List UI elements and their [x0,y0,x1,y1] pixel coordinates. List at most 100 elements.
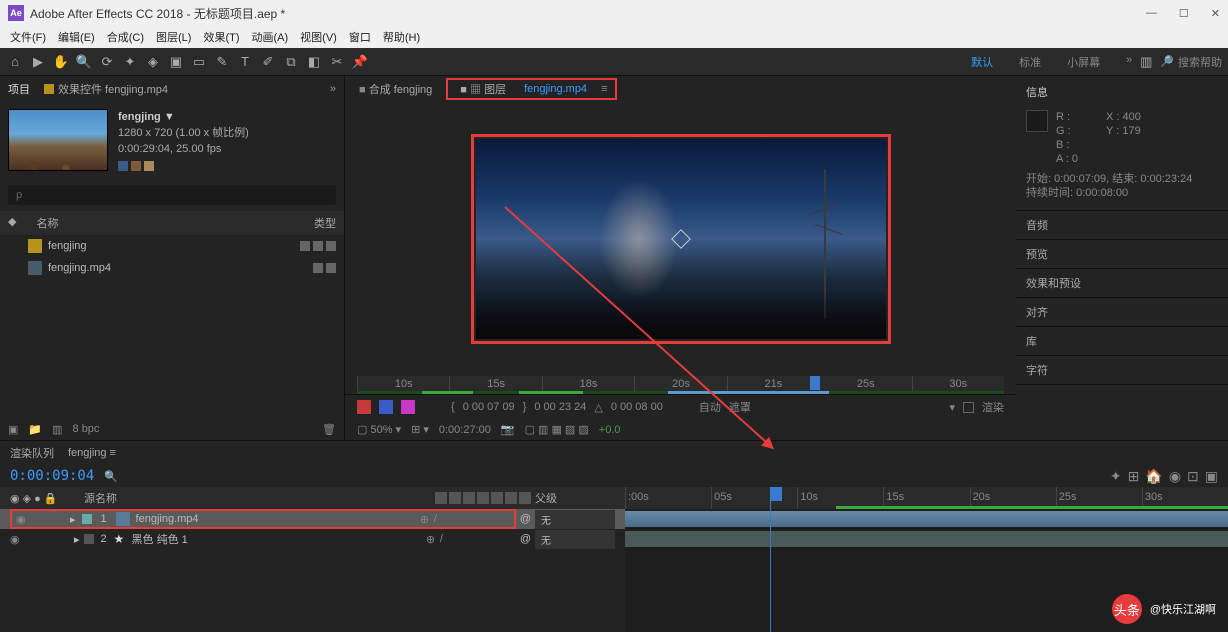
layer-name[interactable]: fengjing.mp4 [136,513,414,525]
menu-window[interactable]: 窗口 [345,28,375,46]
composition-viewer[interactable] [476,139,886,339]
alpha-dropdown[interactable]: 自动 [699,399,721,415]
out-bracket-icon[interactable]: } [523,401,527,413]
menu-anim[interactable]: 动画(A) [248,28,293,46]
clone-tool-icon[interactable]: ⧉ [282,53,300,71]
parent-pickwhip-icon[interactable]: @ [520,533,531,545]
parent-dropdown[interactable]: 无 [535,510,615,529]
tl-graph-icon[interactable]: ⊡ [1187,468,1199,485]
layer-bar-1[interactable] [625,511,1228,527]
workspace-more-icon[interactable]: » [1126,54,1132,70]
selection-tool-icon[interactable]: ▶ [29,53,47,71]
layer-name[interactable]: 黑色 纯色 1 [132,531,422,547]
parent-dropdown[interactable]: 无 [535,530,615,549]
tl-snap-icon[interactable]: ▣ [1205,468,1218,485]
channel-icons[interactable]: ▢ ▥ ▦ ▧ ▨ [525,423,589,436]
panel-menu-icon[interactable]: ≡ [601,83,607,95]
menu-effect[interactable]: 效果(T) [199,28,243,46]
layer-row-1[interactable]: ◉ ▸ 1 fengjing.mp4 ⊕/ @ 无 [0,509,625,529]
visibility-icon[interactable]: ◉ [16,513,28,526]
panel-effects[interactable]: 效果和预设 [1016,269,1228,298]
col-source-name[interactable]: 源名称 [64,490,431,506]
expand-icon[interactable]: ▸ [70,513,76,526]
workspace-menu-icon[interactable]: ▥ [1137,53,1155,71]
in-bracket-icon[interactable]: { [451,401,455,413]
menu-layer[interactable]: 图层(L) [152,28,195,46]
puppet-tool-icon[interactable]: 📌 [351,53,369,71]
tab-project[interactable]: 项目 [8,81,30,97]
add-icon[interactable]: +0.0 [599,424,621,436]
zoom-dropdown[interactable]: ▢ 50% ▾ [357,423,401,436]
menu-view[interactable]: 视图(V) [296,28,341,46]
panel-preview[interactable]: 预览 [1016,240,1228,269]
tab-composition[interactable]: ■ 合成 fengjing [355,79,436,99]
tab-effect-controls[interactable]: 效果控件 fengjing.mp4 [44,81,168,97]
asset-name[interactable]: fengjing ▼ [118,109,249,125]
res-dropdown[interactable]: ⊞ ▾ [411,423,429,436]
text-tool-icon[interactable]: T [236,53,254,71]
tab-timeline-comp[interactable]: fengjing ≡ [68,447,116,459]
label-column-icon[interactable]: ◆ [8,215,16,231]
layer-row-2[interactable]: ◉ ▸ 2 ★ 黑色 纯色 1 ⊕/ @ 无 [0,529,625,549]
project-item-footage[interactable]: fengjing.mp4 [0,257,344,279]
tab-render-queue[interactable]: 渲染队列 [10,445,54,461]
zoom-tool-icon[interactable]: 🔍 [75,53,93,71]
orbit-tool-icon[interactable]: ⟳ [98,53,116,71]
new-folder-icon[interactable]: 📁 [28,423,42,436]
new-comp-icon[interactable]: ▥ [52,423,62,436]
column-type[interactable]: 类型 [314,215,336,231]
minimize-button[interactable]: — [1146,7,1157,20]
project-item-comp[interactable]: fengjing [0,235,344,257]
red-swatch[interactable] [357,400,371,414]
rotate-tool-icon[interactable]: ✦ [121,53,139,71]
eraser-tool-icon[interactable]: ◧ [305,53,323,71]
work-area-bar[interactable] [836,506,1228,509]
snapshot-icon[interactable]: 📷 [501,423,515,436]
col-parent[interactable]: 父级 [535,490,615,506]
in-time[interactable]: 0 00 07 09 [463,401,515,413]
tl-blur-icon[interactable]: ◉ [1169,468,1181,485]
dur-bracket-icon[interactable]: △ [594,401,602,414]
menu-edit[interactable]: 编辑(E) [54,28,99,46]
parent-pickwhip-icon[interactable]: @ [520,513,531,525]
current-time[interactable]: 0:00:27:00 [439,424,491,436]
panel-info-title[interactable]: 信息 [1016,80,1228,104]
help-search[interactable]: 🔎 搜索帮助 [1160,54,1222,70]
menu-help[interactable]: 帮助(H) [379,28,424,46]
out-time[interactable]: 0 00 23 24 [534,401,586,413]
panel-align[interactable]: 对齐 [1016,298,1228,327]
mini-time-ruler[interactable]: 10s 15s 18s 20s 21s 25s 30s [357,376,1004,394]
tl-comp-icon[interactable]: ⊞ [1128,468,1140,485]
roto-tool-icon[interactable]: ✂ [328,53,346,71]
tab-footage[interactable]: fengjing.mp4 [520,81,591,97]
panel-audio[interactable]: 音频 [1016,211,1228,240]
hand-tool-icon[interactable]: ✋ [52,53,70,71]
tl-shy-icon[interactable]: 🏠 [1145,468,1162,485]
layer-bar-2[interactable] [625,531,1228,547]
timeline-search-icon[interactable]: 🔍 [104,467,122,485]
expand-icon[interactable]: ▸ [74,533,80,546]
close-button[interactable]: ✕ [1211,7,1220,20]
duration-time[interactable]: 0 00 08 00 [611,401,663,413]
workspace-default[interactable]: 默认 [971,54,993,70]
menu-comp[interactable]: 合成(C) [103,28,148,46]
project-search[interactable]: ρ [8,185,336,205]
pen-tool-icon[interactable]: ✎ [213,53,231,71]
camera-tool-icon[interactable]: ◈ [144,53,162,71]
shape-tool-icon[interactable]: ▭ [190,53,208,71]
brush-tool-icon[interactable]: ✐ [259,53,277,71]
panel-libraries[interactable]: 库 [1016,327,1228,356]
pan-behind-icon[interactable]: ▣ [167,53,185,71]
interpret-icon[interactable]: ▣ [8,423,18,436]
current-timecode[interactable]: 0:00:09:04 [10,468,94,484]
trash-icon[interactable]: 🗑 [322,423,336,436]
maximize-button[interactable]: ☐ [1179,7,1189,20]
panel-menu-icon[interactable]: » [330,83,336,95]
playhead-icon[interactable] [810,376,820,390]
menu-file[interactable]: 文件(F) [6,28,50,46]
workspace-small[interactable]: 小屏幕 [1067,54,1100,70]
blue-swatch[interactable] [379,400,393,414]
render-checkbox[interactable] [963,402,974,413]
home-icon[interactable]: ⌂ [6,53,24,71]
column-name[interactable]: 名称 [16,215,314,231]
